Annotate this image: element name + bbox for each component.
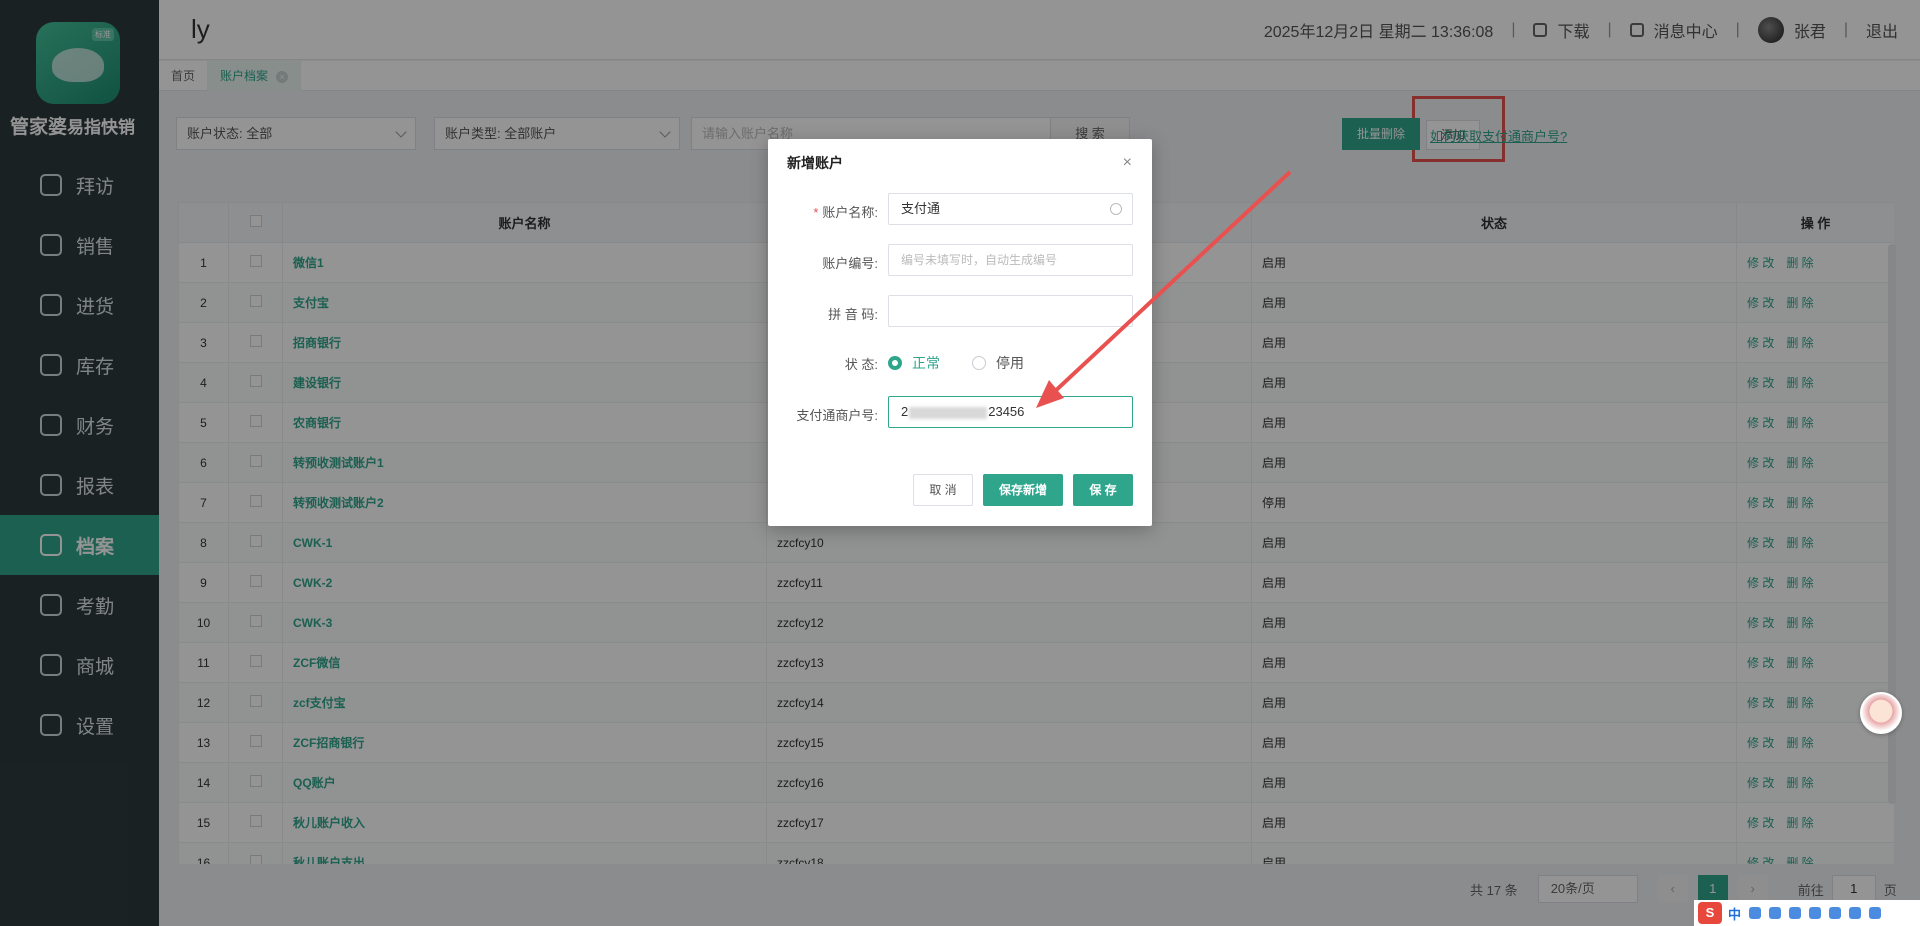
grid-icon[interactable] [1869, 907, 1882, 919]
account-name-label: * 账户名称: [813, 205, 878, 220]
account-code-label: 账户编号: [822, 256, 878, 271]
cancel-button[interactable]: 取 消 [913, 474, 973, 506]
account-name-row: * 账户名称: 支付通 [768, 193, 1152, 227]
status-row: 状 态: 正常 停用 [768, 345, 1152, 379]
keyboard-icon[interactable] [1809, 907, 1822, 919]
pinyin-row: 拼 音 码: [768, 295, 1152, 329]
punctuation-icon[interactable] [1769, 907, 1782, 919]
status-label: 状 态: [844, 357, 878, 372]
status-disabled-label[interactable]: 停用 [996, 353, 1024, 373]
account-name-value: 支付通 [901, 201, 941, 216]
save-and-new-button[interactable]: 保存新增 [983, 474, 1063, 506]
skin-icon[interactable] [1849, 907, 1862, 919]
account-name-input[interactable]: 支付通 [888, 193, 1133, 225]
ime-language[interactable]: 中 [1728, 904, 1741, 923]
dialog-title: 新增账户 [787, 155, 843, 171]
account-code-input[interactable]: 编号未填写时，自动生成编号 [888, 244, 1133, 276]
ime-logo[interactable]: S [1698, 902, 1722, 924]
moon-icon[interactable] [1749, 907, 1762, 919]
check-circle-icon [1110, 203, 1122, 215]
merchant-id-label: 支付通商户号: [796, 408, 878, 423]
merchant-id-suffix: 23456 [988, 404, 1025, 419]
merchant-id-row: 支付通商户号: 2 23456 [768, 396, 1152, 430]
account-code-row: 账户编号: 编号未填写时，自动生成编号 [768, 244, 1152, 278]
microphone-icon[interactable] [1789, 907, 1802, 919]
status-normal-label[interactable]: 正常 [912, 353, 940, 373]
status-normal-radio[interactable] [888, 356, 902, 370]
redacted-text [909, 406, 988, 419]
status-radio-group: 正常 停用 [888, 353, 1024, 373]
merchant-id-prefix: 2 [901, 404, 909, 419]
assistant-avatar[interactable] [1860, 692, 1902, 734]
ime-toolbar: S 中 [1694, 900, 1920, 926]
add-account-dialog: 新增账户 × * 账户名称: 支付通 账户编号: 编号未填写时，自动生成编号 拼 … [768, 139, 1152, 526]
user-icon[interactable] [1829, 907, 1842, 919]
status-disabled-radio[interactable] [972, 356, 986, 370]
close-icon[interactable]: × [1123, 155, 1132, 171]
merchant-id-input[interactable]: 2 23456 [888, 396, 1133, 428]
save-button[interactable]: 保 存 [1073, 474, 1133, 506]
pinyin-input[interactable] [888, 295, 1133, 327]
pinyin-label: 拼 音 码: [828, 307, 878, 322]
